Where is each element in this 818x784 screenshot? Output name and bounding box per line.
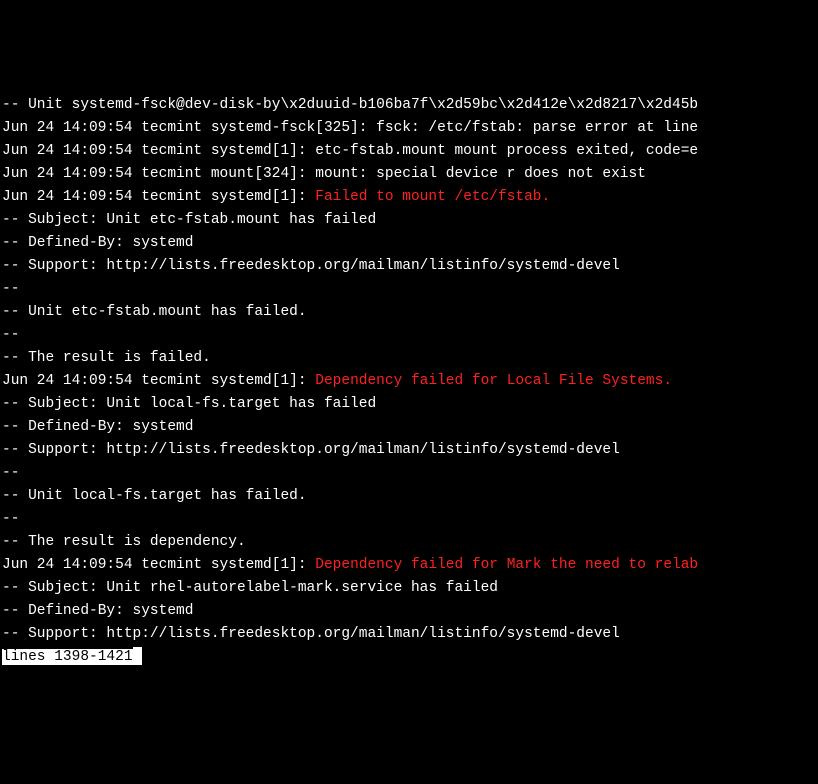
log-line: -- Defined-By: systemd	[2, 232, 816, 255]
log-line: --	[2, 462, 816, 485]
log-text: Jun 24 14:09:54 tecmint mount[324]: moun…	[2, 166, 646, 182]
log-text: -- Support: http://lists.freedesktop.org…	[2, 258, 620, 274]
error-text: Dependency failed for Mark the need to r…	[315, 557, 698, 573]
log-text: -- Subject: Unit etc-fstab.mount has fai…	[2, 212, 376, 228]
log-text: Jun 24 14:09:54 tecmint systemd[1]:	[2, 189, 315, 205]
log-line: -- Defined-By: systemd	[2, 416, 816, 439]
log-line: Jun 24 14:09:54 tecmint systemd[1]: Depe…	[2, 554, 816, 577]
log-text: -- The result is dependency.	[2, 534, 246, 550]
log-text: -- Subject: Unit local-fs.target has fai…	[2, 396, 376, 412]
log-line: --	[2, 278, 816, 301]
log-text: Jun 24 14:09:54 tecmint systemd[1]:	[2, 557, 315, 573]
pager-position: lines 1398-1421	[2, 649, 133, 665]
log-text: Jun 24 14:09:54 tecmint systemd[1]:	[2, 373, 315, 389]
log-line: -- Subject: Unit local-fs.target has fai…	[2, 393, 816, 416]
log-line: --	[2, 324, 816, 347]
cursor	[133, 647, 142, 665]
log-text: -- Support: http://lists.freedesktop.org…	[2, 626, 620, 642]
log-line: -- Unit etc-fstab.mount has failed.	[2, 301, 816, 324]
log-line: -- Subject: Unit rhel-autorelabel-mark.s…	[2, 577, 816, 600]
log-line: -- Support: http://lists.freedesktop.org…	[2, 623, 816, 646]
log-text: -- Support: http://lists.freedesktop.org…	[2, 442, 620, 458]
log-text: -- The result is failed.	[2, 350, 211, 366]
pager-status-line: lines 1398-1421	[2, 646, 816, 669]
log-text: -- Unit systemd-fsck@dev-disk-by\x2duuid…	[2, 97, 698, 113]
log-text: -- Defined-By: systemd	[2, 419, 193, 435]
log-text: Jun 24 14:09:54 tecmint systemd-fsck[325…	[2, 120, 698, 136]
log-text: -- Defined-By: systemd	[2, 235, 193, 251]
log-line: Jun 24 14:09:54 tecmint systemd-fsck[325…	[2, 117, 816, 140]
log-text: --	[2, 327, 19, 343]
log-text: -- Defined-By: systemd	[2, 603, 193, 619]
log-line: Jun 24 14:09:54 tecmint mount[324]: moun…	[2, 163, 816, 186]
log-text: --	[2, 465, 19, 481]
log-text: -- Subject: Unit rhel-autorelabel-mark.s…	[2, 580, 498, 596]
log-line: -- The result is dependency.	[2, 531, 816, 554]
log-line: Jun 24 14:09:54 tecmint systemd[1]: etc-…	[2, 140, 816, 163]
log-text: --	[2, 281, 19, 297]
log-line: -- Defined-By: systemd	[2, 600, 816, 623]
log-text: --	[2, 511, 19, 527]
log-line: -- Unit systemd-fsck@dev-disk-by\x2duuid…	[2, 94, 816, 117]
log-line: Jun 24 14:09:54 tecmint systemd[1]: Depe…	[2, 370, 816, 393]
log-text: -- Unit etc-fstab.mount has failed.	[2, 304, 307, 320]
log-line: -- Support: http://lists.freedesktop.org…	[2, 439, 816, 462]
terminal-output[interactable]: -- Unit systemd-fsck@dev-disk-by\x2duuid…	[2, 94, 816, 669]
error-text: Dependency failed for Local File Systems…	[315, 373, 672, 389]
log-line: -- Subject: Unit etc-fstab.mount has fai…	[2, 209, 816, 232]
error-text: Failed to mount /etc/fstab.	[315, 189, 550, 205]
log-text: Jun 24 14:09:54 tecmint systemd[1]: etc-…	[2, 143, 698, 159]
log-line: -- Support: http://lists.freedesktop.org…	[2, 255, 816, 278]
log-line: -- Unit local-fs.target has failed.	[2, 485, 816, 508]
log-line: Jun 24 14:09:54 tecmint systemd[1]: Fail…	[2, 186, 816, 209]
log-text: -- Unit local-fs.target has failed.	[2, 488, 307, 504]
log-line: --	[2, 508, 816, 531]
log-line: -- The result is failed.	[2, 347, 816, 370]
